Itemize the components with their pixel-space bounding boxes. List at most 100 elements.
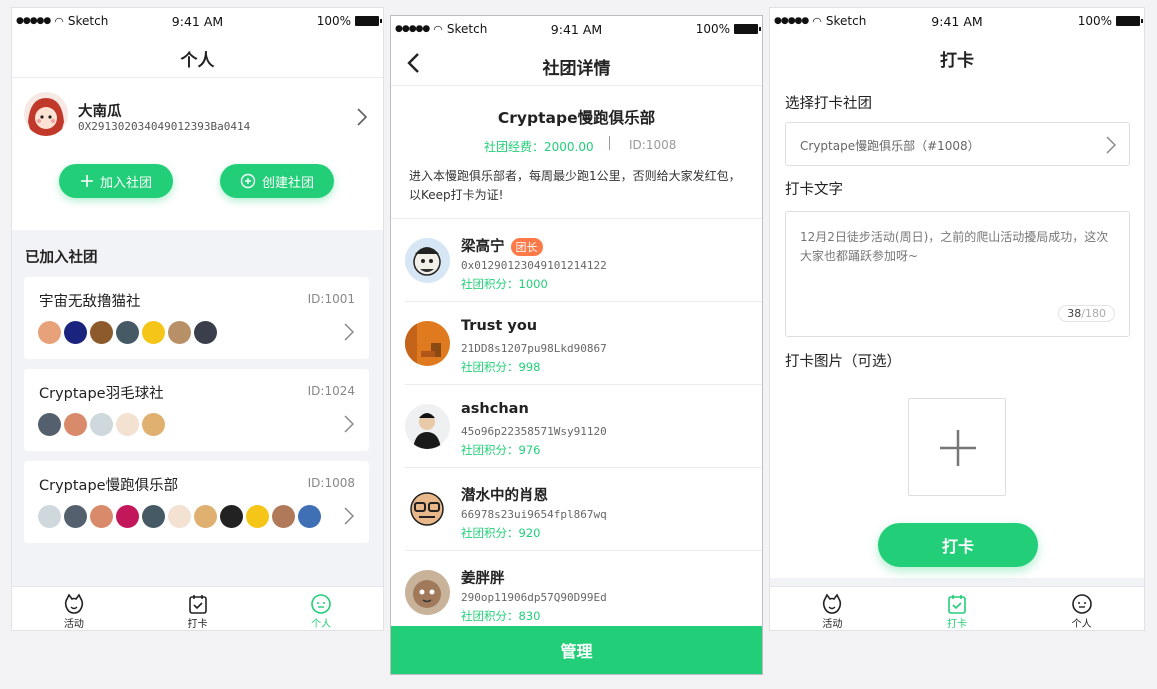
member-score: 社团积分：830	[461, 609, 541, 623]
list-item[interactable]: 潜水中的肖恩 66978s23ui9654fpl867wq 社团积分：920	[405, 468, 762, 551]
chevron-right-icon	[344, 415, 354, 433]
member-name: Trust you	[461, 318, 538, 334]
list-item[interactable]: ashchan 45o96p22358571Wsy91120 社团积分：976	[405, 385, 762, 468]
member-score: 社团积分：920	[461, 526, 541, 540]
tab-activity[interactable]: 活动	[12, 587, 136, 630]
char-count-max: /180	[1081, 307, 1106, 320]
avatar	[38, 505, 61, 528]
avatar	[405, 487, 450, 532]
battery-icon	[355, 16, 382, 26]
char-count-current: 38	[1067, 307, 1082, 320]
chevron-right-icon[interactable]	[357, 108, 367, 126]
checkin-text-area[interactable]: 12月2日徒步活动(周日)，之前的爬山活动擾局成功，这次大家也都踊跃参加呀~ 3…	[785, 211, 1130, 337]
battery-icon	[734, 24, 761, 34]
member-name: 潜水中的肖恩	[461, 488, 548, 504]
nav-bar: 个人	[12, 34, 383, 78]
status-bar: ●●●●● ◠ Sketch 9:41 AM 100%	[12, 8, 383, 34]
list-item[interactable]: 梁高宁 团长 0x0129012304910121412​2 社团积分：1000	[405, 219, 762, 302]
member-address: 45o96p22358571Wsy91120	[461, 425, 607, 438]
tab-profile[interactable]: 个人	[259, 587, 383, 630]
avatar	[64, 413, 87, 436]
avatar	[168, 321, 191, 344]
avatar	[272, 505, 295, 528]
club-name: Cryptape慢跑俱乐部	[39, 478, 179, 494]
tab-label: 打卡	[947, 619, 967, 630]
select-club-label: 选择打卡社团	[785, 96, 872, 112]
avatar	[116, 413, 139, 436]
avatar	[116, 321, 139, 344]
member-name: 姜胖胖	[461, 571, 505, 587]
role-badge: 团长	[510, 238, 543, 256]
avatar	[38, 321, 61, 344]
join-club-button[interactable]: 加入社团	[59, 164, 173, 198]
avatar	[90, 321, 113, 344]
club-id: ID:1008	[307, 476, 355, 490]
joined-clubs-title: 已加入社团	[25, 250, 98, 266]
join-club-label: 加入社团	[99, 175, 152, 191]
image-label: 打卡图片（可选）	[785, 354, 901, 370]
checkin-button[interactable]: 打卡	[878, 523, 1038, 567]
member-score: 社团积分：976	[461, 443, 541, 457]
member-avatars	[38, 413, 165, 436]
chevron-right-icon	[1106, 136, 1116, 154]
screen-checkin: ●●●●● ◠ Sketch 9:41 AM 100% 打卡 选择打卡社团 Cryp…	[770, 8, 1144, 630]
page-title: 个人	[180, 51, 215, 71]
list-item[interactable]: 姜胖胖 290op11906dp57Q90D99Ed 社团积分：830	[405, 551, 762, 634]
avatar	[142, 505, 165, 528]
chevron-right-icon	[344, 323, 354, 341]
avatar	[405, 321, 450, 366]
profile-card[interactable]: 大南瓜 0X291302034049012393Ba0414 加入社团 创建社团	[12, 78, 383, 230]
club-name: Cryptape慢跑俱乐部	[497, 109, 656, 127]
plus-icon	[80, 175, 93, 187]
avatar	[38, 413, 61, 436]
nav-bar: 打卡	[770, 34, 1144, 78]
club-card[interactable]: Cryptape羽毛球社 ID:1024	[24, 369, 369, 451]
page-title: 打卡	[940, 51, 974, 71]
list-item[interactable]: Trust you 21DD8s1207pu98Lkd90867 社团积分：99…	[405, 302, 762, 385]
member-address: 21DD8s1207pu98Lkd90867	[461, 342, 607, 355]
tab-checkin[interactable]: 打卡	[136, 587, 260, 630]
club-fund: 社团经费：2000.00	[484, 140, 594, 154]
avatar	[116, 505, 139, 528]
avatar	[90, 413, 113, 436]
avatar	[64, 321, 87, 344]
club-header: Cryptape慢跑俱乐部 社团经费：2000.00 ID:1008 进入本慢跑…	[391, 86, 762, 219]
battery-icon	[1116, 16, 1143, 26]
tab-checkin[interactable]: 打卡	[895, 587, 1020, 630]
avatar[interactable]	[24, 92, 68, 136]
create-club-button[interactable]: 创建社团	[220, 164, 334, 198]
manage-button[interactable]: 管理	[391, 626, 762, 674]
club-name: 宇宙无敌撸猫社	[39, 294, 141, 310]
tab-profile[interactable]: 个人	[1019, 587, 1144, 630]
char-counter: 38/180	[1058, 305, 1115, 322]
avatar	[64, 505, 87, 528]
status-bar: ●●●●● ◠ Sketch 9:41 AM 100%	[391, 16, 762, 42]
battery-percent: 100%	[316, 14, 351, 28]
club-select-value: Cryptape慢跑俱乐部（#1008）	[800, 139, 980, 153]
battery-percent: 100%	[695, 22, 730, 36]
club-select[interactable]: Cryptape慢跑俱乐部（#1008）	[785, 122, 1130, 166]
create-club-label: 创建社团	[261, 175, 314, 191]
screen-club-detail: ●●●●● ◠ Sketch 9:41 AM 100% 社团详情 Cryptape慢…	[391, 16, 762, 674]
member-name: 梁高宁 团长	[461, 235, 543, 256]
club-id: ID:1024	[307, 384, 355, 398]
image-upload-button[interactable]	[908, 398, 1006, 496]
status-bar: ●●●●● ◠ Sketch 9:41 AM 100%	[770, 8, 1144, 34]
avatar	[168, 505, 191, 528]
page-title: 社团详情	[542, 59, 611, 79]
club-card[interactable]: 宇宙无敌撸猫社 ID:1001	[24, 277, 369, 359]
club-card[interactable]: Cryptape慢跑俱乐部 ID:1008	[24, 461, 369, 543]
tab-activity[interactable]: 活动	[770, 587, 895, 630]
tab-bar: 活动 打卡 个人	[770, 586, 1144, 630]
chevron-right-icon	[344, 507, 354, 525]
member-address: 290op11906dp57Q90D99Ed	[461, 591, 607, 604]
club-description: 进入本慢跑俱乐部者，每周最少跑1公里，否则给大家发红包，以Keep打卡为证!	[409, 169, 741, 202]
profile-name: 大南瓜	[78, 104, 122, 120]
club-id: ID:1008	[629, 138, 677, 152]
avatar	[220, 505, 243, 528]
member-avatars	[38, 321, 217, 344]
activity-icon	[64, 593, 83, 614]
member-address: 66978s23ui9654fpl867wq	[461, 508, 607, 521]
tab-label: 打卡	[187, 619, 208, 630]
checkin-form: 选择打卡社团 Cryptape慢跑俱乐部（#1008） 打卡文字 12月2日徒步…	[770, 78, 1144, 578]
